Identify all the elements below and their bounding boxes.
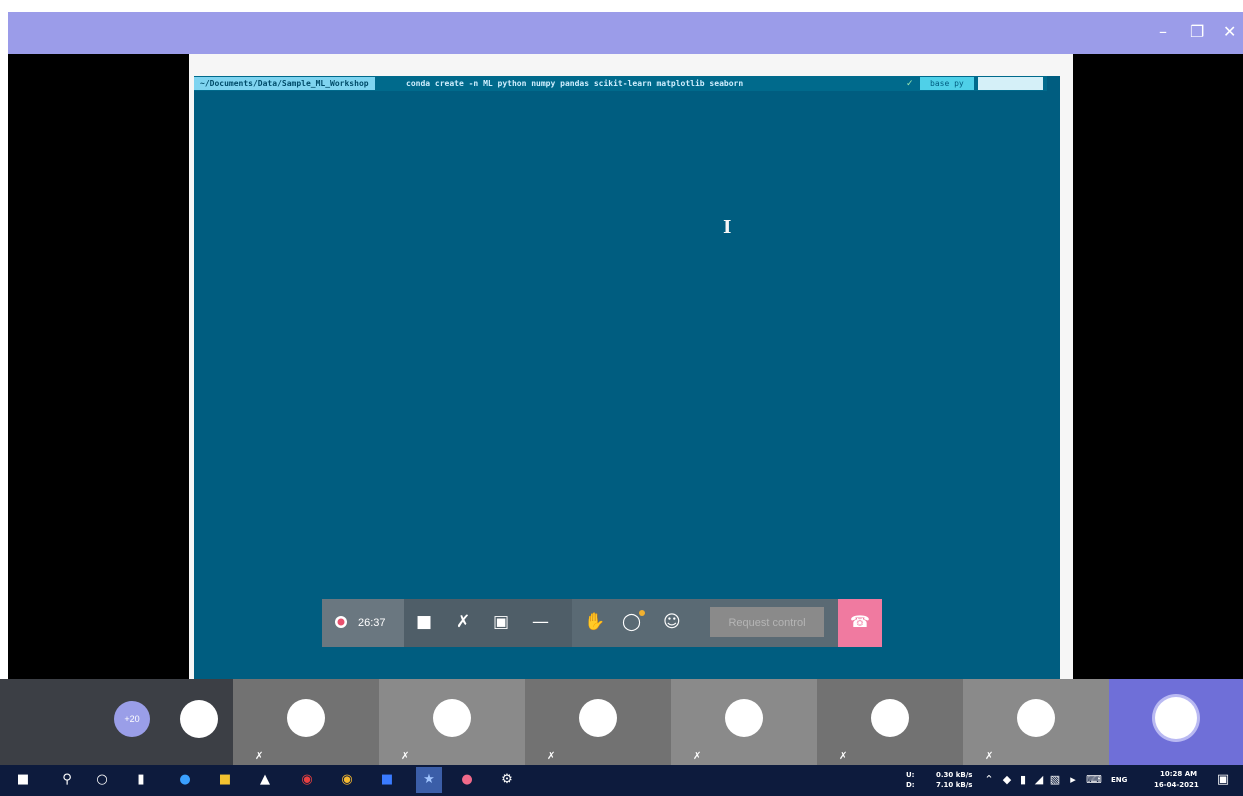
mic-off-icon: ✗ bbox=[255, 751, 264, 762]
participant-count-badge[interactable]: +20 bbox=[114, 701, 150, 737]
volume-icon[interactable]: ▸ bbox=[1064, 771, 1082, 789]
call-controls: 26:37 ■ ✗ ▣ — ✋ ◯ ☺ Request control ☎ bbox=[322, 599, 882, 647]
text-cursor-icon: I bbox=[723, 217, 732, 238]
call-timer: 26:37 bbox=[358, 617, 386, 629]
mic-off-icon: ✗ bbox=[985, 751, 994, 762]
terminal-prompt-line: ~/Documents/Data/Sample_ML_Workshop cond… bbox=[194, 76, 1047, 91]
hang-up-icon: ☎ bbox=[850, 614, 870, 631]
maximize-icon[interactable]: ❐ bbox=[1190, 22, 1204, 42]
notification-icon[interactable]: ▣ bbox=[1214, 771, 1232, 789]
network-down-speed: 7.10 kB/s bbox=[936, 781, 973, 789]
self-view-tile[interactable] bbox=[1109, 679, 1243, 765]
participant-tile[interactable]: ✗ bbox=[379, 679, 525, 765]
participant-tile[interactable]: ✗ bbox=[817, 679, 963, 765]
mic-off-icon: ✗ bbox=[839, 751, 848, 762]
prompt-status-segment bbox=[978, 77, 1043, 90]
avatar bbox=[725, 699, 763, 737]
meeting-stage: ~/Documents/Data/Sample_ML_Workshop cond… bbox=[8, 54, 1243, 679]
zoom-icon[interactable]: ■ bbox=[378, 771, 396, 789]
close-icon[interactable]: ✕ bbox=[1223, 22, 1236, 42]
request-control-button[interactable]: Request control bbox=[710, 607, 824, 637]
mic-off-icon: ✗ bbox=[401, 751, 410, 762]
prompt-env: base py bbox=[920, 77, 974, 90]
avatar bbox=[1017, 699, 1055, 737]
recording-icon bbox=[335, 616, 347, 628]
avatar bbox=[180, 700, 218, 738]
hang-up-button[interactable]: ☎ bbox=[838, 599, 882, 647]
task-view-icon[interactable]: ▮ bbox=[132, 771, 150, 789]
prompt-command: conda create -n ML python numpy pandas s… bbox=[406, 79, 744, 88]
mic-off-icon: ✗ bbox=[547, 751, 556, 762]
participants-icon[interactable]: ☺ bbox=[663, 612, 681, 632]
participant-count-label: +20 bbox=[124, 714, 140, 724]
participant-strip: +20 ✗ ✗ ✗ ✗ ✗ ✗ bbox=[0, 679, 1243, 765]
search-icon[interactable]: ⚲ bbox=[58, 771, 76, 789]
chrome-icon[interactable]: ◉ bbox=[338, 771, 356, 789]
taskbar: ■ ⚲ ○ ▮ ● ■ ▲ ◉ ◉ ■ ★ ● ⚙ U: D: 0.30 kB/… bbox=[0, 765, 1243, 796]
chevron-up-icon[interactable]: ⌃ bbox=[980, 771, 998, 789]
title-bar: – ❐ ✕ bbox=[8, 12, 1243, 54]
keyboard-icon[interactable]: ⌨ bbox=[1082, 771, 1106, 789]
clock-date[interactable]: 16-04-2021 bbox=[1154, 781, 1199, 790]
avatar bbox=[1155, 697, 1197, 739]
edge-browser-icon[interactable]: ● bbox=[176, 771, 194, 789]
recording-segment: 26:37 bbox=[322, 599, 404, 647]
terminal-window[interactable]: ~/Documents/Data/Sample_ML_Workshop cond… bbox=[194, 76, 1060, 679]
participant-tile[interactable]: +20 bbox=[0, 679, 233, 765]
battery-icon[interactable]: ▧ bbox=[1046, 771, 1064, 789]
participant-tile[interactable]: ✗ bbox=[671, 679, 817, 765]
network-up-speed: 0.30 kB/s bbox=[936, 771, 973, 779]
minimize-icon[interactable]: – bbox=[1159, 22, 1167, 42]
participant-tile[interactable]: ✗ bbox=[525, 679, 671, 765]
more-icon[interactable]: — bbox=[532, 612, 549, 632]
avatar bbox=[287, 699, 325, 737]
participant-tile[interactable]: ✗ bbox=[963, 679, 1109, 765]
cortana-icon[interactable]: ○ bbox=[93, 771, 111, 789]
avatar bbox=[433, 699, 471, 737]
mic-off-icon: ✗ bbox=[693, 751, 702, 762]
shared-screen: ~/Documents/Data/Sample_ML_Workshop cond… bbox=[189, 54, 1073, 679]
clock-time[interactable]: 10:28 AM bbox=[1160, 770, 1197, 779]
language-indicator[interactable]: ENG bbox=[1111, 776, 1127, 785]
settings-gear-icon[interactable]: ⚙ bbox=[498, 771, 516, 789]
video-camera-icon[interactable]: ■ bbox=[416, 612, 432, 632]
media-segment: ■ ✗ ▣ — bbox=[404, 599, 572, 647]
network-down-label: D: bbox=[906, 781, 915, 789]
recorder-icon[interactable]: ● bbox=[458, 771, 476, 789]
participant-tile[interactable]: ✗ bbox=[233, 679, 379, 765]
share-screen-icon[interactable]: ▣ bbox=[493, 612, 509, 632]
raise-hand-icon[interactable]: ✋ bbox=[584, 612, 605, 632]
prompt-check-icon: ✓ bbox=[906, 78, 914, 88]
opera-icon[interactable]: ◉ bbox=[298, 771, 316, 789]
file-explorer-icon[interactable]: ■ bbox=[216, 771, 234, 789]
chat-notification-dot bbox=[639, 610, 645, 616]
microphone-off-icon[interactable]: ✗ bbox=[456, 612, 470, 632]
teams-icon[interactable]: ★ bbox=[416, 767, 442, 793]
avatar bbox=[871, 699, 909, 737]
store-icon[interactable]: ▲ bbox=[256, 771, 274, 789]
windows-start-icon[interactable]: ■ bbox=[14, 771, 32, 789]
prompt-path: ~/Documents/Data/Sample_ML_Workshop bbox=[194, 77, 375, 90]
chat-icon[interactable]: ◯ bbox=[622, 612, 641, 632]
network-up-label: U: bbox=[906, 771, 915, 779]
engagement-segment: ✋ ◯ ☺ bbox=[572, 599, 698, 647]
avatar bbox=[579, 699, 617, 737]
